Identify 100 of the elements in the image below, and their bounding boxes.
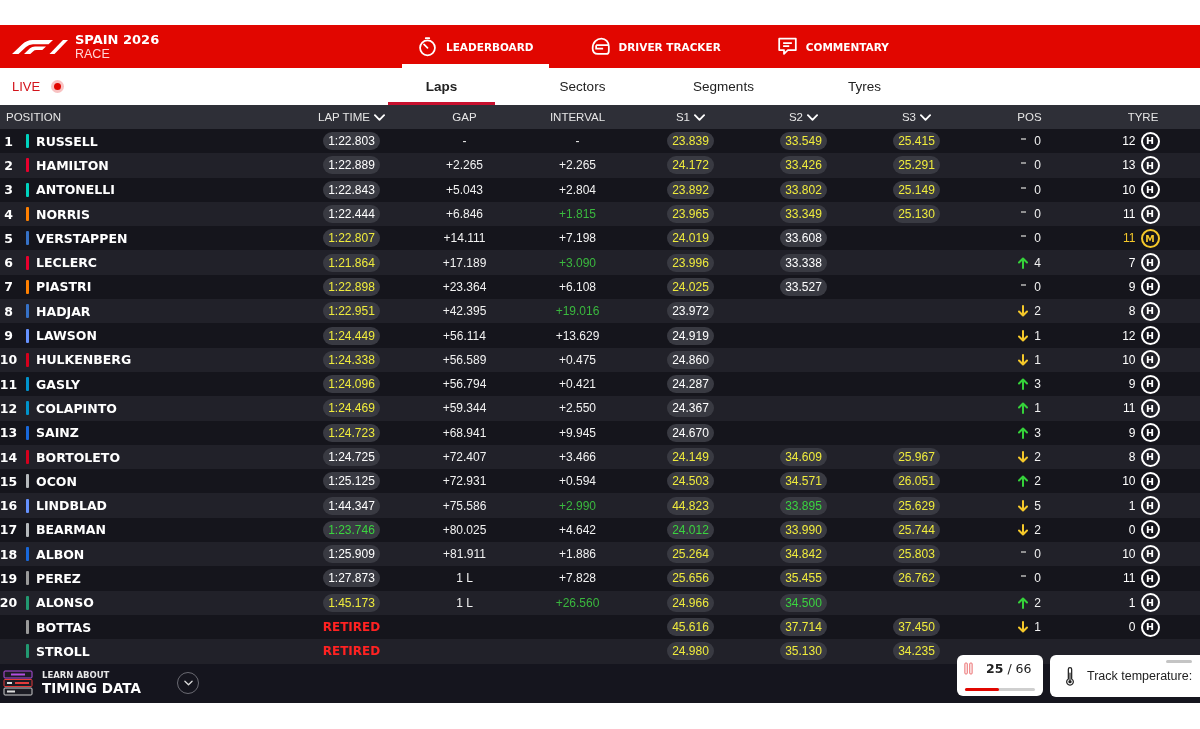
arrow-down-icon: [1018, 353, 1029, 366]
tyre-compound: H: [1140, 471, 1160, 491]
gap-value: +6.846: [445, 207, 483, 222]
dash-icon: [1020, 138, 1026, 141]
chevron-down-icon[interactable]: [374, 113, 385, 121]
lap-time: 1:22.807: [323, 229, 380, 248]
tab[interactable]: Laps: [388, 68, 495, 105]
chevron-down-icon: [183, 680, 193, 687]
column-header: INTERVAL: [549, 111, 606, 123]
position-number: 20: [0, 595, 18, 611]
sector-time: 24.019: [667, 229, 714, 248]
dash-icon: [1020, 186, 1026, 189]
tyre-laps: 12: [1121, 328, 1136, 343]
position-change: 0: [1034, 571, 1041, 586]
column-header: POS: [1017, 111, 1042, 123]
interval-value: +2.804: [558, 182, 596, 197]
gap-value: +5.043: [445, 182, 483, 197]
sector-time: 33.549: [780, 132, 827, 151]
interval-value: +6.108: [558, 279, 596, 294]
driver-name: HADJAR: [36, 303, 91, 319]
driver-name: BEARMAN: [36, 522, 106, 538]
sector-time: 34.235: [893, 642, 940, 661]
arrow-up-icon: [1018, 426, 1029, 439]
tyre-laps: 11: [1122, 231, 1136, 246]
lap-time: 1:24.723: [323, 423, 380, 442]
nav-tab[interactable]: COMMENTARY: [761, 25, 904, 68]
column-header: TYRE: [1127, 111, 1159, 123]
lap-time: 1:21.864: [323, 253, 380, 272]
position-change: 1: [1034, 620, 1041, 635]
sector-time: 34.500: [780, 593, 827, 612]
lap-time: 1:25.125: [323, 472, 380, 491]
lap-time: 1:24.096: [323, 375, 380, 394]
gap-value: +59.344: [442, 401, 487, 416]
column-header: S3: [901, 111, 917, 123]
sector-time: 23.892: [667, 180, 714, 199]
tyre-compound: H: [1140, 423, 1160, 443]
tyre-compound: H: [1140, 544, 1160, 564]
nav-tab[interactable]: DRIVER TRACKER: [574, 25, 736, 68]
sector-time: 24.367: [667, 399, 714, 418]
tyre-compound: H: [1140, 617, 1160, 637]
dash-icon: [1020, 283, 1026, 286]
chevron-down-icon[interactable]: [920, 113, 932, 121]
lap-time: 1:22.951: [323, 302, 380, 321]
driver-name: PIASTRI: [36, 279, 92, 295]
lap-time: 1:25.909: [323, 545, 380, 564]
tyre-laps: 11: [1122, 571, 1136, 586]
tyre-laps: 11: [1122, 401, 1136, 416]
driver-name: LECLERC: [36, 255, 97, 271]
position-change: 0: [1034, 279, 1041, 294]
position-change: 2: [1034, 450, 1041, 464]
sector-time: 33.895: [780, 496, 827, 515]
column-header: POSITION: [6, 111, 61, 123]
expand-button[interactable]: [177, 672, 199, 695]
chevron-down-icon[interactable]: [694, 113, 706, 121]
position-change: 0: [1034, 134, 1041, 149]
lap-time: 1:22.803: [323, 132, 380, 151]
tyre-laps: 9: [1127, 377, 1136, 392]
driver-name: BORTOLETO: [36, 449, 121, 465]
sector-time: 34.571: [780, 472, 827, 491]
column-header: GAP: [452, 111, 477, 123]
gap-value: 1 L: [456, 571, 473, 586]
position-change: 0: [1034, 231, 1041, 246]
sector-time: 25.803: [893, 545, 940, 564]
interval-value: +19.016: [555, 304, 600, 319]
sector-time: 45.616: [667, 618, 714, 637]
sector-time: 24.149: [667, 448, 714, 466]
sector-time: 33.802: [780, 180, 827, 199]
tyre-laps: 10: [1121, 182, 1136, 197]
tyre-laps: 0: [1127, 620, 1136, 635]
sector-time: 23.839: [667, 132, 714, 151]
interval-value: +4.642: [558, 522, 596, 537]
tab[interactable]: Segments: [670, 68, 777, 105]
sector-time: 25.967: [893, 448, 940, 466]
chat-icon: [776, 36, 798, 57]
chevron-down-icon[interactable]: [807, 113, 819, 121]
driver-name: SAINZ: [36, 425, 79, 441]
drag-handle[interactable]: [1166, 660, 1192, 663]
position-number: 3: [4, 182, 13, 198]
gap-value: +56.114: [443, 328, 486, 343]
driver-name: COLAPINTO: [36, 400, 117, 416]
position-number: 19: [0, 571, 18, 586]
sector-time: 24.980: [667, 642, 714, 661]
sector-time: 33.990: [780, 520, 827, 539]
position-change: 1: [1034, 352, 1041, 367]
position-change: 0: [1034, 547, 1041, 562]
position-change: 3: [1034, 377, 1041, 392]
tyre-compound: H: [1140, 155, 1160, 175]
position-change: 0: [1034, 182, 1041, 197]
position-number: 17: [0, 522, 18, 538]
position-number: 13: [0, 425, 18, 441]
arrow-up-icon: [1018, 402, 1029, 415]
position-number: 4: [4, 206, 13, 222]
gap-value: 1 L: [456, 595, 473, 610]
tab[interactable]: Tyres: [811, 68, 918, 105]
tab[interactable]: Sectors: [529, 68, 636, 105]
session-label: RACE: [75, 46, 111, 62]
track-temperature-label: Track temperature:: [1087, 669, 1193, 683]
gap-value: +56.794: [442, 377, 487, 392]
gap-value: +56.589: [442, 352, 487, 367]
position-change: 2: [1034, 522, 1041, 537]
